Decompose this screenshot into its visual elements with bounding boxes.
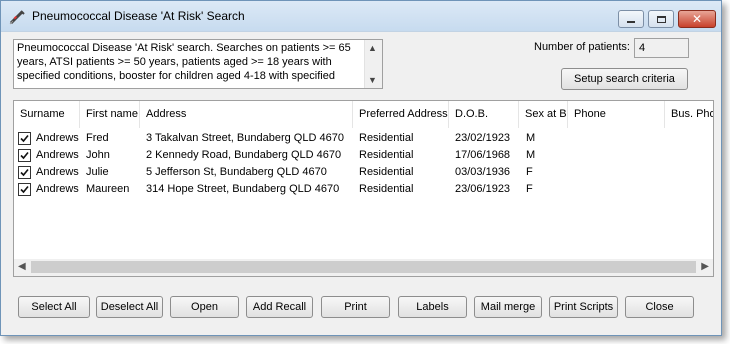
cell-dob: 23/02/1923	[455, 132, 511, 144]
labels-button[interactable]: Labels	[398, 296, 467, 318]
search-description-text: Pneumococcal Disease 'At Risk' search. S…	[17, 42, 351, 82]
column-header-dob[interactable]: D.O.B.	[449, 101, 519, 128]
close-window-button[interactable]: ✕	[678, 10, 716, 28]
row-checkbox[interactable]	[18, 149, 31, 162]
cell-dob: 23/06/1923	[455, 183, 511, 195]
row-checkbox[interactable]	[18, 183, 31, 196]
cell-phone	[574, 181, 666, 198]
cell-phone	[574, 147, 666, 164]
cell-preferred-address: Residential	[359, 149, 414, 161]
cell-sex: F	[526, 166, 533, 178]
open-button[interactable]: Open	[170, 296, 239, 318]
minimize-icon	[627, 21, 635, 23]
table-header: Surname First name Address Preferred Add…	[14, 101, 713, 128]
table-row[interactable]: Andrews Fred 3 Takalvan Street, Bundaberg …	[14, 130, 713, 147]
cell-sex: F	[526, 183, 533, 195]
cell-sex: M	[526, 149, 536, 161]
cell-bus-phone	[671, 181, 713, 198]
print-button[interactable]: Print	[321, 296, 390, 318]
cell-bus-phone	[671, 130, 713, 147]
maximize-icon	[656, 15, 666, 23]
row-checkbox[interactable]	[18, 132, 31, 145]
scroll-right-icon[interactable]: ▶	[701, 261, 709, 272]
cell-surname: Andrews	[36, 132, 79, 144]
cell-surname: Andrews	[36, 166, 79, 178]
column-header-surname[interactable]: Surname	[14, 101, 80, 128]
column-header-bus-phone[interactable]: Bus. Pho	[665, 101, 713, 128]
cell-bus-phone	[671, 164, 713, 181]
setup-search-criteria-button[interactable]: Setup search criteria	[561, 68, 688, 90]
cell-surname: Andrews	[36, 149, 79, 161]
horizontal-scrollbar[interactable]: ◀ ▶	[14, 259, 713, 276]
cell-phone	[574, 164, 666, 181]
column-header-address[interactable]: Address	[140, 101, 353, 128]
maximize-button[interactable]	[648, 10, 674, 28]
close-button[interactable]: Close	[625, 296, 694, 318]
table-row[interactable]: Andrews John 2 Kennedy Road, Bundaberg QLD…	[14, 147, 713, 164]
cell-address: 5 Jefferson St, Bundaberg QLD 4670	[146, 166, 327, 178]
cell-first-name: John	[86, 149, 110, 161]
patient-count-field: 4	[634, 38, 689, 58]
scroll-down-icon[interactable]: ▼	[368, 73, 377, 87]
cell-phone	[574, 130, 666, 147]
select-all-button[interactable]: Select All	[18, 296, 90, 318]
table-row[interactable]: Andrews Julie 5 Jefferson St, Bundaberg QL…	[14, 164, 713, 181]
cell-preferred-address: Residential	[359, 166, 414, 178]
table-row[interactable]: Andrews Maureen 314 Hope Street, Bundaberg…	[14, 181, 713, 198]
scrollbar-thumb[interactable]	[31, 261, 696, 273]
cell-address: 3 Takalvan Street, Bundaberg QLD 4670	[146, 132, 344, 144]
search-description[interactable]: Pneumococcal Disease 'At Risk' search. S…	[13, 39, 383, 89]
cell-first-name: Julie	[86, 166, 109, 178]
close-icon: ✕	[691, 12, 703, 26]
cell-preferred-address: Residential	[359, 183, 414, 195]
print-scripts-button[interactable]: Print Scripts	[549, 296, 618, 318]
cell-address: 314 Hope Street, Bundaberg QLD 4670	[146, 183, 340, 195]
cell-first-name: Fred	[86, 132, 109, 144]
cell-surname: Andrews	[36, 183, 79, 195]
row-checkbox[interactable]	[18, 166, 31, 179]
scroll-left-icon[interactable]: ◀	[18, 261, 26, 272]
cell-first-name: Maureen	[86, 183, 130, 195]
cell-bus-phone	[671, 147, 713, 164]
add-recall-button[interactable]: Add Recall	[246, 296, 313, 318]
search-window: Pneumococcal Disease 'At Risk' Search ✕ …	[0, 0, 722, 336]
window-title: Pneumococcal Disease 'At Risk' Search	[32, 9, 245, 23]
column-header-sex[interactable]: Sex at B	[519, 101, 568, 128]
cell-sex: M	[526, 132, 536, 144]
column-header-first-name[interactable]: First name	[80, 101, 140, 128]
patient-table: Surname First name Address Preferred Add…	[13, 100, 714, 277]
title-bar: Pneumococcal Disease 'At Risk' Search ✕	[1, 1, 721, 32]
deselect-all-button[interactable]: Deselect All	[96, 296, 163, 318]
cell-address: 2 Kennedy Road, Bundaberg QLD 4670	[146, 149, 342, 161]
minimize-button[interactable]	[618, 10, 644, 28]
scroll-up-icon[interactable]: ▲	[368, 41, 377, 55]
column-header-phone[interactable]: Phone	[568, 101, 665, 128]
cell-dob: 17/06/1968	[455, 149, 511, 161]
cell-preferred-address: Residential	[359, 132, 414, 144]
description-scrollbar[interactable]: ▲ ▼	[364, 40, 382, 88]
column-header-preferred-address[interactable]: Preferred Address	[353, 101, 449, 128]
mail-merge-button[interactable]: Mail merge	[474, 296, 542, 318]
syringe-icon	[9, 9, 25, 25]
cell-dob: 03/03/1936	[455, 166, 511, 178]
patient-count-label: Number of patients:	[534, 41, 630, 53]
